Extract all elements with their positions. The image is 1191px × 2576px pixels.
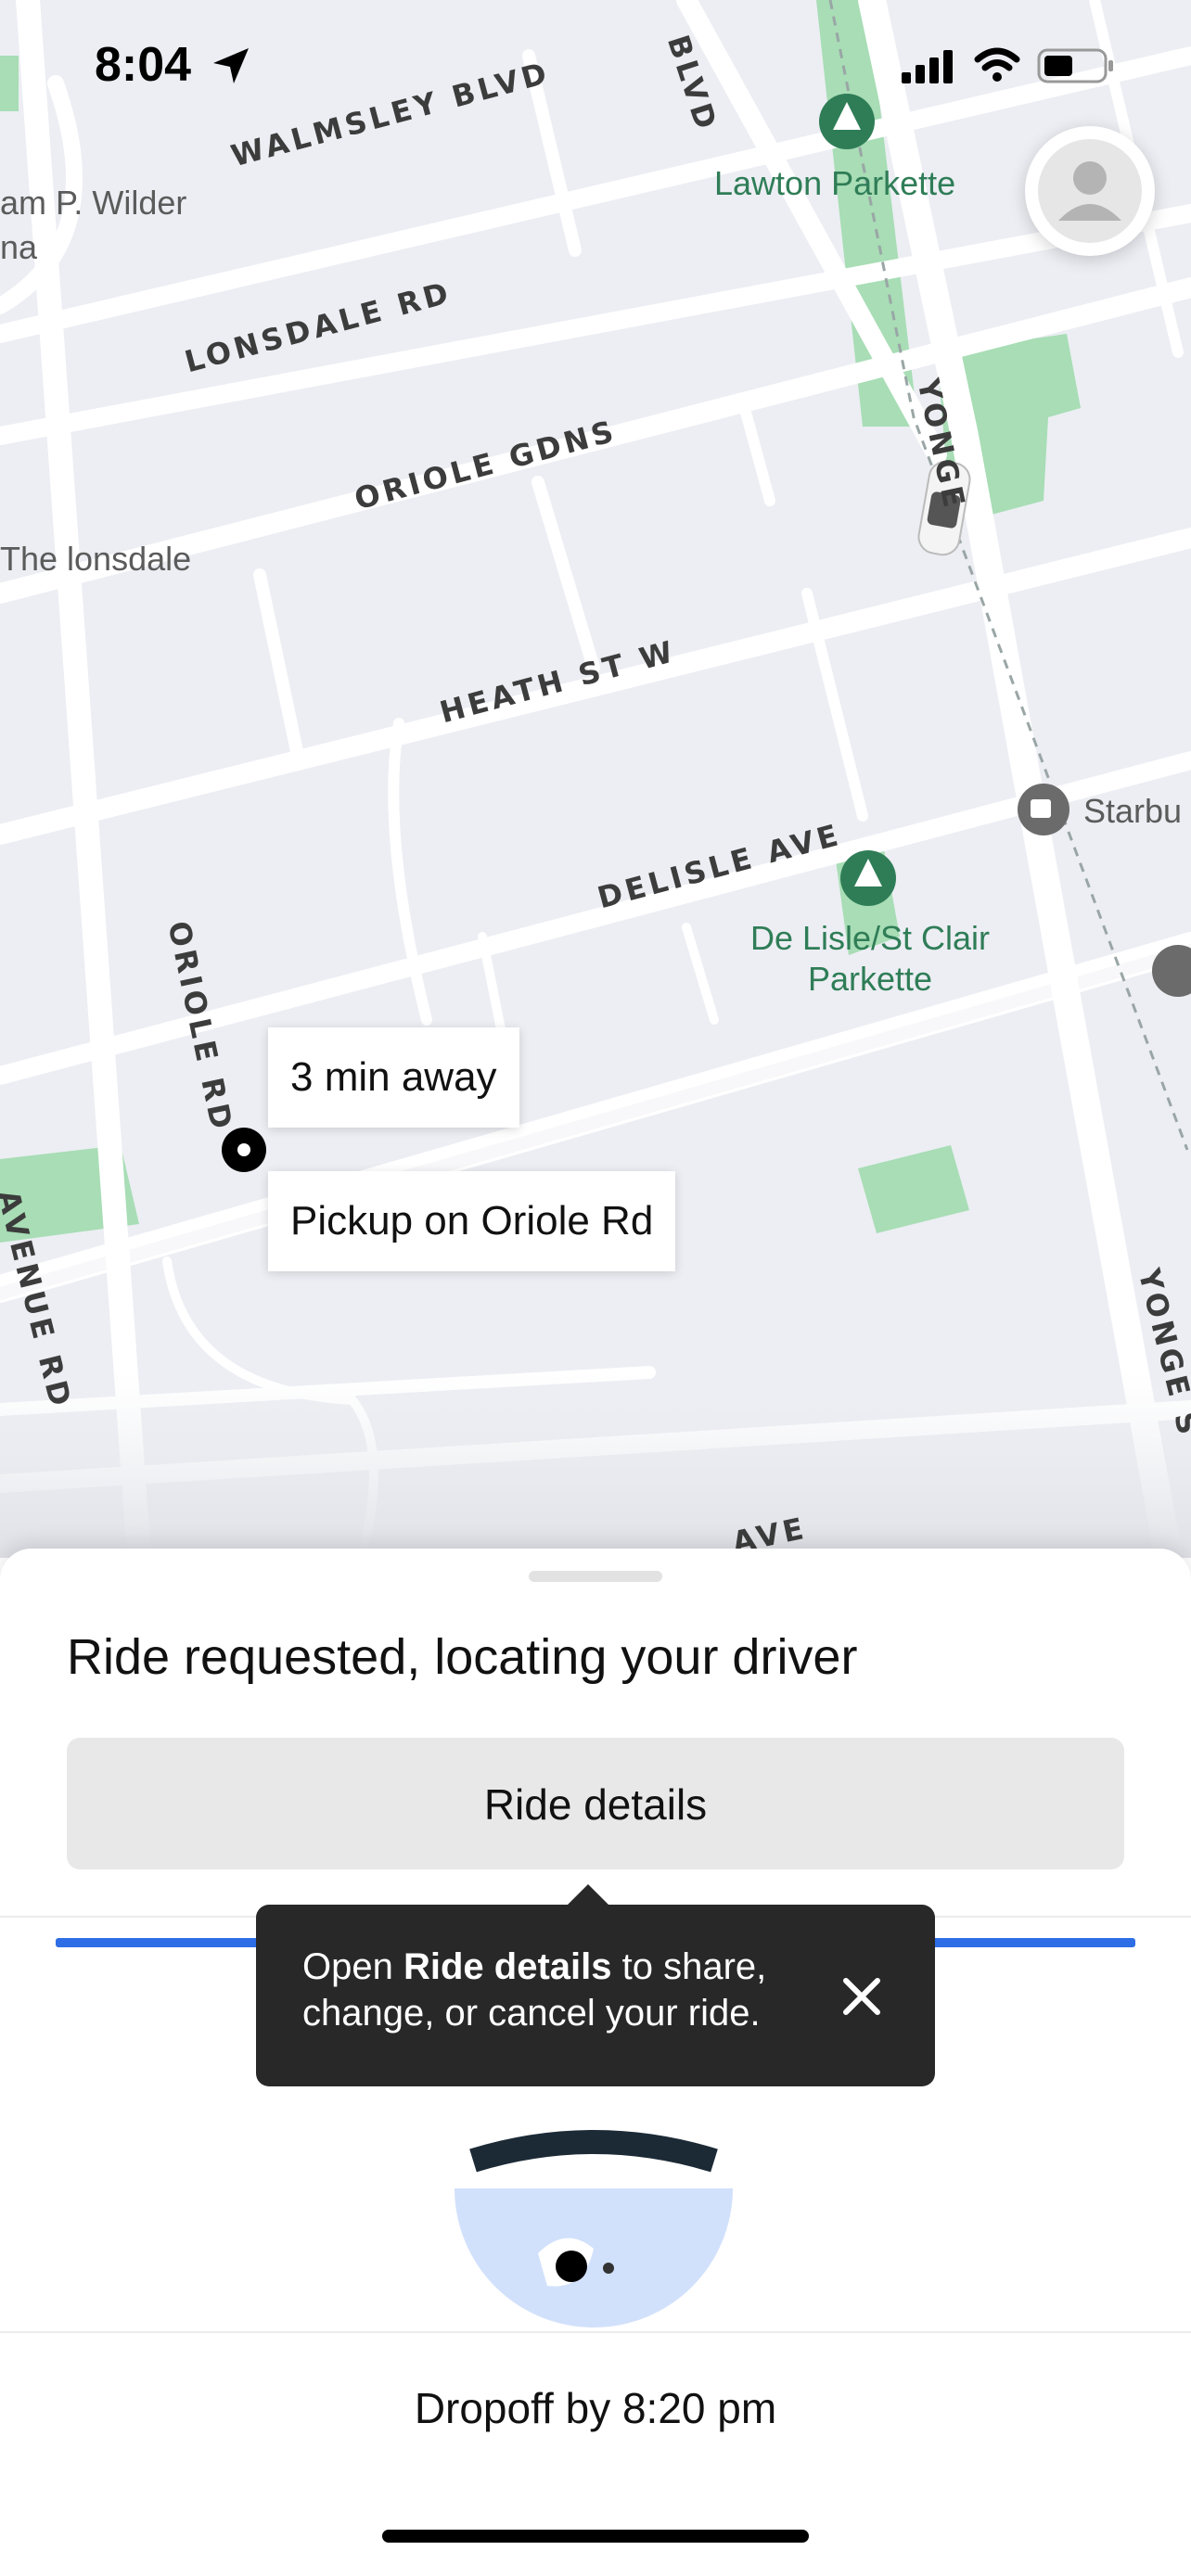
ride-details-button[interactable]: Ride details: [67, 1738, 1124, 1869]
place-label: na: [0, 228, 38, 266]
map-roads: [0, 0, 1191, 1558]
dropoff-time: Dropoff by 8:20 pm: [414, 2384, 777, 2432]
person-icon: [1058, 161, 1121, 221]
park-label-line: De Lisle/St Clair: [749, 919, 991, 957]
park-label-line: Parkette: [807, 960, 933, 998]
coffee-pin-icon: [1018, 784, 1069, 835]
pickup-bubble[interactable]: Pickup on Oriole Rd: [268, 1171, 676, 1271]
park-pin-icon: [840, 850, 896, 906]
status-time: 8:04: [95, 38, 192, 92]
map-view[interactable]: WALMSLEY BLVD BLVD LONSDALE RD ORIOLE GD…: [0, 0, 1191, 1558]
wifi-icon: [974, 47, 1020, 82]
ride-details-tooltip: Open Ride details to share, change, or c…: [256, 1884, 935, 2086]
signal-icon: [902, 50, 953, 83]
place-label: The lonsdale: [0, 540, 192, 578]
divider: [0, 2331, 1191, 2333]
battery-icon: [1037, 48, 1113, 83]
place-label: am P. Wilder: [0, 184, 187, 222]
tooltip-text-bold: Ride details: [403, 1946, 612, 1987]
sheet-title: Ride requested, locating your driver: [67, 1629, 858, 1685]
avatar: [1038, 139, 1142, 243]
status-bar: 8:04: [0, 0, 1191, 130]
location-arrow-icon: [213, 48, 249, 83]
bottom-sheet: Ride requested, locating your driver Rid…: [0, 1549, 1191, 2576]
profile-button[interactable]: [1025, 126, 1155, 256]
sheet-grabber[interactable]: [529, 1571, 662, 1582]
park-area: [858, 1145, 969, 1233]
park-label: Lawton Parkette: [714, 164, 956, 202]
tooltip-text: Open Ride details to share, change, or c…: [302, 1944, 822, 2036]
home-indicator[interactable]: [382, 2530, 809, 2543]
eta-bubble: 3 min away: [268, 1027, 519, 1128]
close-icon[interactable]: [839, 1973, 885, 2020]
place-label: Starbu: [1083, 792, 1183, 830]
tooltip-text-prefix: Open: [302, 1946, 403, 1987]
pickup-pin-icon: [222, 1128, 266, 1172]
park-label: De Lisle/St Clair Parkette: [740, 918, 1000, 1000]
